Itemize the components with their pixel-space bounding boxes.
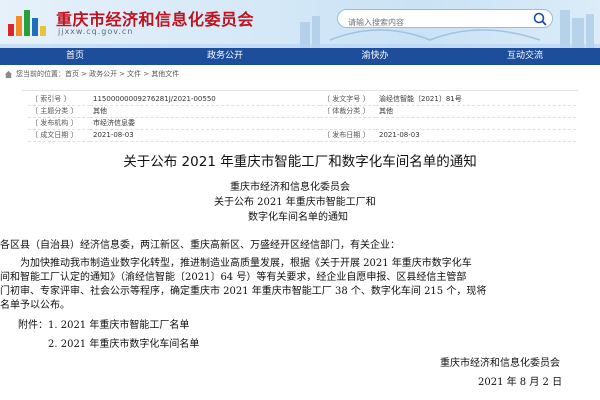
nav-item-interaction[interactable]: 互动交流 xyxy=(450,48,600,65)
paragraph-line: 名单予以公布。 xyxy=(0,300,70,311)
breadcrumb: 您当前的位置：首页 > 政务公开 > 文件 > 其他文件 xyxy=(0,67,600,81)
signature-org: 重庆市经济和信息化委员会 xyxy=(440,358,560,369)
site-url: jjxxw.cq.gov.cn xyxy=(58,27,134,36)
search-input[interactable] xyxy=(338,14,518,27)
breadcrumb-files[interactable]: > 文件 xyxy=(119,67,141,81)
government-emblem-icon xyxy=(8,10,46,36)
meta-label: 〔 体裁分类 〕 xyxy=(320,105,376,118)
nav-item-home[interactable]: 首页 xyxy=(0,48,150,65)
attachment-link-1[interactable]: 附件：1. 2021 年重庆市智能工厂名单 xyxy=(18,316,189,331)
meta-value: 市经济信息委 xyxy=(90,117,320,130)
heading-line: 关于公布 2021 年重庆市智能工厂和 xyxy=(214,197,376,208)
heading-line: 重庆市经济和信息化委员会 xyxy=(230,182,350,193)
meta-label: 〔 主题分类 〕 xyxy=(28,105,90,118)
meta-label: 〔 发文字号 〕 xyxy=(320,93,376,106)
meta-value: 2021-08-03 xyxy=(90,129,320,142)
meta-label: 〔 成文日期 〕 xyxy=(28,129,90,142)
signature-date: 2021 年 8 月 2 日 xyxy=(478,377,563,388)
meta-value: 渝经信智能〔2021〕81号 xyxy=(376,93,576,106)
nav-item-gov-affairs[interactable]: 政务公开 xyxy=(150,48,300,65)
meta-label: 〔 发布日期 〕 xyxy=(320,129,376,142)
document-heading-block: 重庆市经济和信息化委员会 关于公布 2021 年重庆市智能工厂和 数字化车间名单… xyxy=(196,180,376,225)
main-nav: 首页 政务公开 渝快办 互动交流 xyxy=(0,48,600,65)
meta-value xyxy=(376,117,576,130)
meta-value: 其他 xyxy=(90,105,320,118)
meta-label: 〔 发布机构 〕 xyxy=(28,117,90,130)
breadcrumb-home[interactable]: 您当前的位置：首页 xyxy=(16,67,79,81)
breadcrumb-other-files[interactable]: > 其他文件 xyxy=(143,67,179,81)
table-row: 〔 成文日期 〕 2021-08-03 〔 发布日期 〕 2021-08-03 xyxy=(28,129,576,142)
paragraph-line: 间和智能工厂认定的通知》（渝经信智能〔2021〕64 号）等有关要求，经企业自愿… xyxy=(0,272,467,283)
meta-label xyxy=(320,117,376,130)
paragraph-line: 为加快推动我市制造业数字化转型，推进制造业高质量发展，根据《关于开展 2021 … xyxy=(20,258,472,269)
document-meta-table: 〔 索引号 〕 11500000009276281J/2021-00550 〔 … xyxy=(28,93,576,142)
attachment-link-2[interactable]: 2. 2021 年重庆市数字化车间名单 xyxy=(48,335,199,350)
search-box xyxy=(337,9,553,28)
breadcrumb-gov-affairs[interactable]: > 政务公开 xyxy=(81,67,117,81)
nav-item-yukuaiban[interactable]: 渝快办 xyxy=(300,48,450,65)
home-icon xyxy=(4,70,13,78)
salutation: 各区县（自治县）经济信息委，两江新区、重庆高新区、万盛经开区经信部门，有关企业： xyxy=(0,240,400,251)
search-icon[interactable] xyxy=(532,11,548,27)
table-row: 〔 发布机构 〕 市经济信息委 xyxy=(28,117,576,130)
document-meta-box: 〔 索引号 〕 11500000009276281J/2021-00550 〔 … xyxy=(22,90,578,146)
table-row: 〔 主题分类 〕 其他 〔 体裁分类 〕 其他 xyxy=(28,105,576,118)
meta-value: 其他 xyxy=(376,105,576,118)
document-title: 关于公布 2021 年重庆市智能工厂和数字化车间名单的通知 xyxy=(123,154,477,170)
meta-label: 〔 索引号 〕 xyxy=(28,93,90,106)
heading-line: 数字化车间名单的通知 xyxy=(248,212,348,223)
table-row: 〔 索引号 〕 11500000009276281J/2021-00550 〔 … xyxy=(28,93,576,106)
meta-value: 2021-08-03 xyxy=(376,129,576,142)
meta-value: 11500000009276281J/2021-00550 xyxy=(90,93,320,106)
site-header: 重庆市经济和信息化委员会 jjxxw.cq.gov.cn xyxy=(0,0,600,48)
paragraph-line: 门初审、专家评审、社会公示等程序，确定重庆市 2021 年重庆市智能工厂 38 … xyxy=(0,286,487,297)
